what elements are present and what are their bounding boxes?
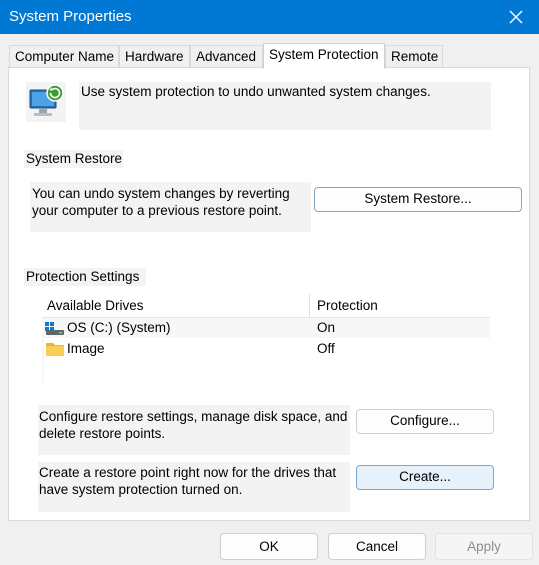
tab-hardware[interactable]: Hardware [119,45,190,67]
create-line-2: have system protection turned on. [39,482,243,497]
tab-label: Remote [391,49,439,64]
tab-label: Computer Name [15,49,115,64]
create-button[interactable]: Create... [356,465,494,490]
configure-line-1: Configure restore settings, manage disk … [39,409,348,424]
configure-line-2: delete restore points. [39,426,166,441]
cancel-button[interactable]: Cancel [328,533,426,560]
system-restore-heading: System Restore [26,151,123,166]
system-protection-icon [26,82,66,122]
title-bar: System Properties [0,0,539,34]
apply-button[interactable]: Apply [435,533,533,560]
tab-label: System Protection [269,47,379,62]
folder-icon [46,343,64,356]
list-item[interactable]: OS (C:) (System) On [44,318,490,339]
tab-computer-name[interactable]: Computer Name [9,45,119,67]
list-item[interactable]: Image Off [44,339,490,360]
ok-button[interactable]: OK [220,533,318,560]
tab-remote[interactable]: Remote [385,45,443,67]
drive-name: Image [67,341,105,356]
protection-heading: Protection Settings [26,269,140,284]
close-icon [509,10,523,24]
tab-label: Hardware [125,49,184,64]
tab-advanced[interactable]: Advanced [190,45,263,67]
drive-protection-status: Off [317,341,335,356]
column-header-protection[interactable]: Protection [317,298,378,313]
tab-system-protection[interactable]: System Protection [263,43,385,69]
configure-button[interactable]: Configure... [356,409,494,434]
system-restore-button[interactable]: System Restore... [314,187,522,212]
drive-protection-status: On [317,320,336,335]
system-restore-line-2: your computer to a previous restore poin… [32,203,282,218]
column-divider[interactable] [309,294,310,318]
window-title: System Properties [9,8,132,25]
create-line-1: Create a restore point right now for the… [39,465,337,480]
drives-list-header: Available Drives Protection [42,294,490,318]
intro-text: Use system protection to undo unwanted s… [81,84,431,99]
close-button[interactable] [493,0,539,34]
drive-name: OS (C:) (System) [67,320,171,335]
system-drive-icon [45,322,64,335]
system-restore-line-1: You can undo system changes by reverting [32,186,290,201]
tab-label: Advanced [196,49,257,64]
column-header-available-drives[interactable]: Available Drives [47,298,144,313]
